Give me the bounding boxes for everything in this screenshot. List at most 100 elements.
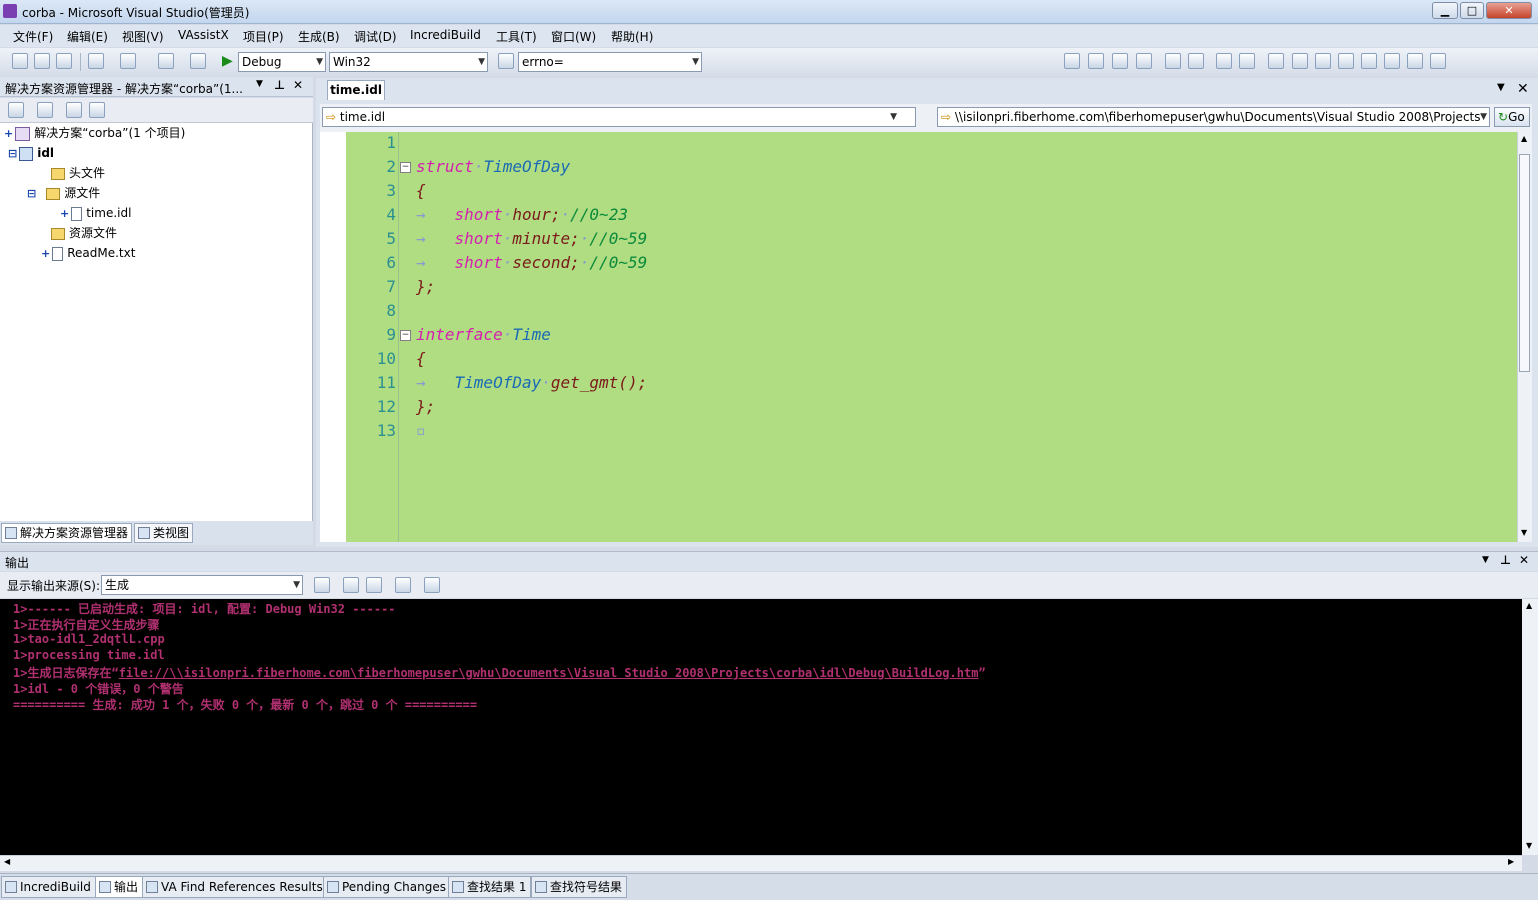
navigate-backward-icon[interactable]: [158, 53, 174, 69]
next-message-icon[interactable]: [366, 577, 382, 593]
save-icon[interactable]: [34, 53, 50, 69]
tree-item-readme[interactable]: + ReadMe.txt: [41, 244, 135, 262]
pin-icon[interactable]: ⊥: [274, 78, 285, 92]
go-button[interactable]: ↻Go: [1494, 107, 1530, 127]
tab-pending-changes[interactable]: Pending Changes: [323, 876, 451, 898]
pending-changes-icon: [327, 881, 339, 893]
tab-time-idl[interactable]: time.idl: [327, 80, 385, 100]
code-editor[interactable]: 1 2 3 4 5 6 7 8 9 10 11 12 13 − − struct…: [320, 132, 1517, 542]
tab-output[interactable]: 输出: [95, 876, 144, 898]
navigate-forward-icon[interactable]: [1407, 53, 1423, 69]
close-window-button[interactable]: ✕: [1486, 2, 1532, 19]
build-log-link[interactable]: file://\\isilonpri.fiberhome.com\fiberho…: [119, 666, 979, 680]
output-vertical-scrollbar[interactable]: ▲ ▼: [1522, 599, 1538, 855]
tab-find-results-1[interactable]: 查找结果 1: [448, 876, 532, 898]
bookmark-next-icon[interactable]: [1315, 53, 1331, 69]
menu-build[interactable]: 生成(B): [298, 28, 340, 45]
scroll-up-icon[interactable]: ▲: [1526, 601, 1532, 610]
bookmark-folder-icon[interactable]: [1338, 53, 1354, 69]
tree-item-header-files[interactable]: 头文件: [51, 164, 105, 182]
clear-all-icon[interactable]: [395, 577, 411, 593]
menu-incredibuild[interactable]: IncrediBuild: [410, 28, 481, 42]
tab-class-view[interactable]: 类视图: [134, 523, 194, 543]
text-editor-toolbar-icon[interactable]: [1112, 53, 1128, 69]
collapse-icon: ⊟: [27, 187, 37, 200]
previous-message-icon[interactable]: [343, 577, 359, 593]
scrollbar-thumb[interactable]: [1519, 154, 1530, 372]
tab-incredibuild[interactable]: IncrediBuild: [1, 876, 96, 898]
dropdown-icon[interactable]: ▼: [256, 79, 263, 89]
tree-item-source-files[interactable]: ⊟ 源文件: [27, 184, 100, 202]
menu-vassistx[interactable]: VAssistX: [178, 28, 229, 42]
path-combo[interactable]: ⇨ \\isilonpri.fiberhome.com\fiberhomepus…: [937, 107, 1490, 127]
collapse-icon[interactable]: −: [400, 330, 411, 341]
window-list-icon[interactable]: ▼: [1497, 82, 1505, 93]
find-message-icon[interactable]: [314, 577, 330, 593]
scroll-up-icon[interactable]: ▲: [1521, 134, 1527, 143]
line-number: 1: [386, 133, 396, 152]
properties-icon[interactable]: [8, 102, 24, 118]
decrease-indent-icon[interactable]: [1165, 53, 1181, 69]
output-text[interactable]: 1>------ 已启动生成: 项目: idl, 配置: Debug Win32…: [0, 599, 1522, 855]
tree-item-time-idl[interactable]: + time.idl: [60, 204, 131, 222]
uncomment-lines-icon[interactable]: [1239, 53, 1255, 69]
type-combo[interactable]: ⇨ time.idl ▼: [322, 107, 916, 127]
output-source-combo[interactable]: 生成 ▼: [101, 575, 303, 595]
open-file-icon[interactable]: [12, 53, 28, 69]
platform-combo[interactable]: Win32 ▼: [329, 52, 488, 72]
minimize-button[interactable]: ▁: [1432, 2, 1458, 19]
clear-bookmarks-icon[interactable]: [1430, 53, 1446, 69]
tree-item-resource-files[interactable]: 资源文件: [51, 224, 117, 242]
chevron-down-icon: ▼: [316, 57, 323, 67]
menu-view[interactable]: 视图(V): [122, 28, 164, 45]
tab-va-find-references[interactable]: VA Find References Results: [142, 876, 328, 898]
menu-file[interactable]: 文件(F): [13, 28, 53, 45]
toggle-word-wrap-icon[interactable]: [424, 577, 440, 593]
bookmark-icon[interactable]: [1268, 53, 1284, 69]
find-value: errno=: [522, 55, 564, 69]
maximize-button[interactable]: □: [1460, 2, 1484, 19]
scroll-left-icon[interactable]: ◀: [4, 857, 10, 866]
close-icon[interactable]: ✕: [293, 78, 303, 92]
close-icon[interactable]: ✕: [1519, 553, 1529, 567]
menu-window[interactable]: 窗口(W): [551, 28, 596, 45]
dropdown-icon[interactable]: ▼: [1482, 555, 1489, 565]
navigate-back-icon[interactable]: [1384, 53, 1400, 69]
output-horizontal-scrollbar[interactable]: ◀ ▶: [0, 855, 1522, 871]
scroll-down-icon[interactable]: ▼: [1521, 528, 1527, 537]
scroll-right-icon[interactable]: ▶: [1508, 857, 1514, 866]
save-all-icon[interactable]: [56, 53, 72, 69]
find-in-files-icon[interactable]: [498, 53, 514, 69]
text-editor-toolbar-icon[interactable]: [1136, 53, 1152, 69]
bookmark-previous-icon[interactable]: [1292, 53, 1308, 69]
tab-solution-explorer[interactable]: 解决方案资源管理器: [1, 523, 133, 543]
text-editor-toolbar-icon[interactable]: [1088, 53, 1104, 69]
menu-debug[interactable]: 调试(D): [354, 28, 397, 45]
refresh-icon[interactable]: [66, 102, 82, 118]
solution-explorer-title: 解决方案资源管理器 - 解决方案“corba”(1...: [5, 82, 243, 96]
pin-icon[interactable]: ⊥: [1500, 553, 1511, 567]
undo-icon[interactable]: [88, 53, 104, 69]
close-document-icon[interactable]: ✕: [1517, 81, 1529, 97]
start-debugging-icon[interactable]: ▶: [222, 53, 233, 69]
comment-lines-icon[interactable]: [1216, 53, 1232, 69]
menu-tools[interactable]: 工具(T): [496, 28, 537, 45]
tab-find-symbol-results[interactable]: 查找符号结果: [531, 876, 628, 898]
scroll-down-icon[interactable]: ▼: [1526, 841, 1532, 850]
class-diagram-icon[interactable]: [89, 102, 105, 118]
tree-item-solution[interactable]: + 解决方案“corba”(1 个项目): [4, 124, 185, 142]
collapse-icon[interactable]: −: [400, 162, 411, 173]
menu-edit[interactable]: 编辑(E): [67, 28, 108, 45]
find-combo[interactable]: errno= ▼: [518, 52, 702, 72]
tree-item-project-idl[interactable]: ⊟ idl: [8, 144, 54, 162]
navigate-forward-icon[interactable]: [190, 53, 206, 69]
redo-icon[interactable]: [120, 53, 136, 69]
menu-help[interactable]: 帮助(H): [611, 28, 653, 45]
text-editor-toolbar-icon[interactable]: [1064, 53, 1080, 69]
show-all-files-icon[interactable]: [37, 102, 53, 118]
configuration-combo[interactable]: Debug ▼: [238, 52, 326, 72]
menu-project[interactable]: 项目(P): [243, 28, 284, 45]
bookmark-folder-next-icon[interactable]: [1361, 53, 1377, 69]
editor-vertical-scrollbar[interactable]: ▲ ▼: [1517, 132, 1532, 542]
increase-indent-icon[interactable]: [1188, 53, 1204, 69]
